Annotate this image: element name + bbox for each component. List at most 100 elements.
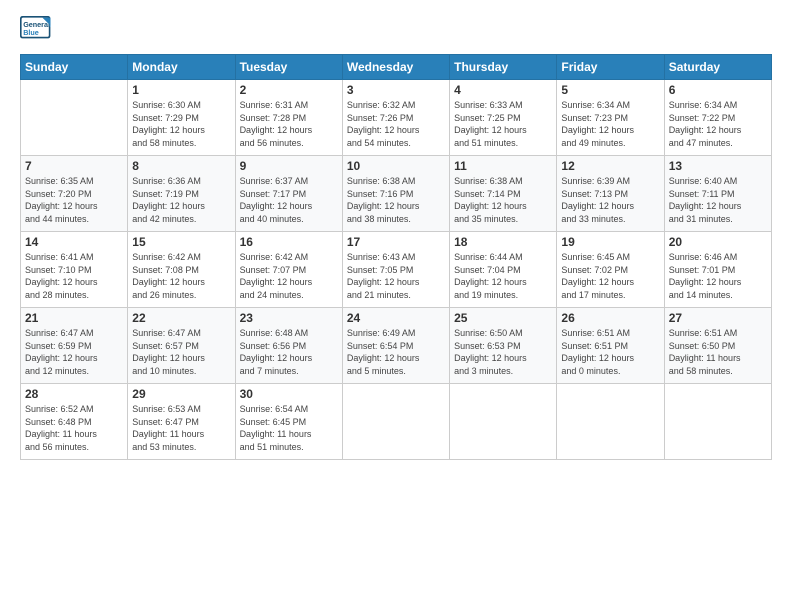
logo-icon: General Blue bbox=[20, 16, 52, 44]
day-info: Sunrise: 6:30 AMSunset: 7:29 PMDaylight:… bbox=[132, 99, 230, 149]
calendar-cell: 27 Sunrise: 6:51 AMSunset: 6:50 PMDayligh… bbox=[664, 308, 771, 384]
day-number: 3 bbox=[347, 83, 445, 97]
calendar-cell: 22 Sunrise: 6:47 AMSunset: 6:57 PMDayligh… bbox=[128, 308, 235, 384]
header-tuesday: Tuesday bbox=[235, 55, 342, 80]
header-thursday: Thursday bbox=[450, 55, 557, 80]
day-number: 15 bbox=[132, 235, 230, 249]
calendar-cell: 7 Sunrise: 6:35 AMSunset: 7:20 PMDaylight… bbox=[21, 156, 128, 232]
calendar-cell: 10 Sunrise: 6:38 AMSunset: 7:16 PMDayligh… bbox=[342, 156, 449, 232]
calendar-cell: 8Sunrise: 6:36 AMSunset: 7:19 PMDaylight… bbox=[128, 156, 235, 232]
day-info: Sunrise: 6:40 AMSunset: 7:11 PMDaylight:… bbox=[669, 175, 767, 225]
day-number: 18 bbox=[454, 235, 552, 249]
logo: General Blue bbox=[20, 16, 56, 44]
svg-text:Blue: Blue bbox=[23, 28, 39, 37]
day-info: Sunrise: 6:35 AMSunset: 7:20 PMDaylight:… bbox=[25, 175, 123, 225]
day-info: Sunrise: 6:34 AMSunset: 7:23 PMDaylight:… bbox=[561, 99, 659, 149]
day-number: 4 bbox=[454, 83, 552, 97]
day-number: 26 bbox=[561, 311, 659, 325]
header-wednesday: Wednesday bbox=[342, 55, 449, 80]
calendar-cell: 16 Sunrise: 6:42 AMSunset: 7:07 PMDayligh… bbox=[235, 232, 342, 308]
calendar-cell bbox=[21, 80, 128, 156]
calendar-cell: 5 Sunrise: 6:34 AMSunset: 7:23 PMDaylight… bbox=[557, 80, 664, 156]
day-info: Sunrise: 6:48 AMSunset: 6:56 PMDaylight:… bbox=[240, 327, 338, 377]
day-number: 12 bbox=[561, 159, 659, 173]
day-number: 24 bbox=[347, 311, 445, 325]
day-number: 14 bbox=[25, 235, 123, 249]
day-number: 27 bbox=[669, 311, 767, 325]
day-number: 10 bbox=[347, 159, 445, 173]
day-info: Sunrise: 6:38 AMSunset: 7:14 PMDaylight:… bbox=[454, 175, 552, 225]
calendar-cell: 11 Sunrise: 6:38 AMSunset: 7:14 PMDayligh… bbox=[450, 156, 557, 232]
calendar-cell: 24 Sunrise: 6:49 AMSunset: 6:54 PMDayligh… bbox=[342, 308, 449, 384]
day-number: 19 bbox=[561, 235, 659, 249]
day-info: Sunrise: 6:32 AMSunset: 7:26 PMDaylight:… bbox=[347, 99, 445, 149]
calendar-cell bbox=[342, 384, 449, 460]
page-header: General Blue bbox=[20, 16, 772, 44]
day-number: 7 bbox=[25, 159, 123, 173]
calendar-week-2: 7 Sunrise: 6:35 AMSunset: 7:20 PMDaylight… bbox=[21, 156, 772, 232]
day-info: Sunrise: 6:38 AMSunset: 7:16 PMDaylight:… bbox=[347, 175, 445, 225]
calendar-cell: 6Sunrise: 6:34 AMSunset: 7:22 PMDaylight… bbox=[664, 80, 771, 156]
calendar-cell: 12 Sunrise: 6:39 AMSunset: 7:13 PMDayligh… bbox=[557, 156, 664, 232]
day-info: Sunrise: 6:42 AMSunset: 7:08 PMDaylight:… bbox=[132, 251, 230, 301]
day-number: 2 bbox=[240, 83, 338, 97]
calendar-cell bbox=[664, 384, 771, 460]
day-info: Sunrise: 6:42 AMSunset: 7:07 PMDaylight:… bbox=[240, 251, 338, 301]
calendar-cell: 25 Sunrise: 6:50 AMSunset: 6:53 PMDayligh… bbox=[450, 308, 557, 384]
day-number: 5 bbox=[561, 83, 659, 97]
day-info: Sunrise: 6:46 AMSunset: 7:01 PMDaylight:… bbox=[669, 251, 767, 301]
day-info: Sunrise: 6:45 AMSunset: 7:02 PMDaylight:… bbox=[561, 251, 659, 301]
calendar-cell: 28Sunrise: 6:52 AMSunset: 6:48 PMDayligh… bbox=[21, 384, 128, 460]
day-number: 17 bbox=[347, 235, 445, 249]
day-number: 28 bbox=[25, 387, 123, 401]
calendar-cell: 17 Sunrise: 6:43 AMSunset: 7:05 PMDayligh… bbox=[342, 232, 449, 308]
calendar-cell: 29 Sunrise: 6:53 AMSunset: 6:47 PMDayligh… bbox=[128, 384, 235, 460]
header-monday: Monday bbox=[128, 55, 235, 80]
header-sunday: Sunday bbox=[21, 55, 128, 80]
day-info: Sunrise: 6:53 AMSunset: 6:47 PMDaylight:… bbox=[132, 403, 230, 453]
calendar-header-row: SundayMondayTuesdayWednesdayThursdayFrid… bbox=[21, 55, 772, 80]
header-saturday: Saturday bbox=[664, 55, 771, 80]
day-number: 20 bbox=[669, 235, 767, 249]
day-info: Sunrise: 6:43 AMSunset: 7:05 PMDaylight:… bbox=[347, 251, 445, 301]
day-info: Sunrise: 6:39 AMSunset: 7:13 PMDaylight:… bbox=[561, 175, 659, 225]
calendar-cell: 21 Sunrise: 6:47 AMSunset: 6:59 PMDayligh… bbox=[21, 308, 128, 384]
calendar-cell: 4 Sunrise: 6:33 AMSunset: 7:25 PMDaylight… bbox=[450, 80, 557, 156]
day-info: Sunrise: 6:50 AMSunset: 6:53 PMDaylight:… bbox=[454, 327, 552, 377]
day-number: 30 bbox=[240, 387, 338, 401]
day-number: 22 bbox=[132, 311, 230, 325]
day-info: Sunrise: 6:49 AMSunset: 6:54 PMDaylight:… bbox=[347, 327, 445, 377]
day-info: Sunrise: 6:41 AMSunset: 7:10 PMDaylight:… bbox=[25, 251, 123, 301]
day-info: Sunrise: 6:36 AMSunset: 7:19 PMDaylight:… bbox=[132, 175, 230, 225]
day-info: Sunrise: 6:31 AMSunset: 7:28 PMDaylight:… bbox=[240, 99, 338, 149]
calendar-cell: 26 Sunrise: 6:51 AMSunset: 6:51 PMDayligh… bbox=[557, 308, 664, 384]
day-number: 13 bbox=[669, 159, 767, 173]
day-number: 11 bbox=[454, 159, 552, 173]
day-number: 25 bbox=[454, 311, 552, 325]
day-info: Sunrise: 6:34 AMSunset: 7:22 PMDaylight:… bbox=[669, 99, 767, 149]
day-number: 29 bbox=[132, 387, 230, 401]
day-info: Sunrise: 6:33 AMSunset: 7:25 PMDaylight:… bbox=[454, 99, 552, 149]
day-number: 16 bbox=[240, 235, 338, 249]
calendar-week-4: 21 Sunrise: 6:47 AMSunset: 6:59 PMDayligh… bbox=[21, 308, 772, 384]
header-friday: Friday bbox=[557, 55, 664, 80]
calendar-cell: 1Sunrise: 6:30 AMSunset: 7:29 PMDaylight… bbox=[128, 80, 235, 156]
day-info: Sunrise: 6:51 AMSunset: 6:51 PMDaylight:… bbox=[561, 327, 659, 377]
day-info: Sunrise: 6:47 AMSunset: 6:57 PMDaylight:… bbox=[132, 327, 230, 377]
day-info: Sunrise: 6:47 AMSunset: 6:59 PMDaylight:… bbox=[25, 327, 123, 377]
calendar-cell: 13 Sunrise: 6:40 AMSunset: 7:11 PMDayligh… bbox=[664, 156, 771, 232]
calendar-cell: 20 Sunrise: 6:46 AMSunset: 7:01 PMDayligh… bbox=[664, 232, 771, 308]
day-number: 21 bbox=[25, 311, 123, 325]
day-info: Sunrise: 6:51 AMSunset: 6:50 PMDaylight:… bbox=[669, 327, 767, 377]
day-info: Sunrise: 6:44 AMSunset: 7:04 PMDaylight:… bbox=[454, 251, 552, 301]
calendar-cell bbox=[450, 384, 557, 460]
calendar-cell bbox=[557, 384, 664, 460]
calendar-cell: 18 Sunrise: 6:44 AMSunset: 7:04 PMDayligh… bbox=[450, 232, 557, 308]
calendar-cell: 9 Sunrise: 6:37 AMSunset: 7:17 PMDaylight… bbox=[235, 156, 342, 232]
calendar: SundayMondayTuesdayWednesdayThursdayFrid… bbox=[20, 54, 772, 460]
day-info: Sunrise: 6:37 AMSunset: 7:17 PMDaylight:… bbox=[240, 175, 338, 225]
calendar-week-3: 14 Sunrise: 6:41 AMSunset: 7:10 PMDayligh… bbox=[21, 232, 772, 308]
day-number: 9 bbox=[240, 159, 338, 173]
day-number: 23 bbox=[240, 311, 338, 325]
calendar-cell: 19 Sunrise: 6:45 AMSunset: 7:02 PMDayligh… bbox=[557, 232, 664, 308]
